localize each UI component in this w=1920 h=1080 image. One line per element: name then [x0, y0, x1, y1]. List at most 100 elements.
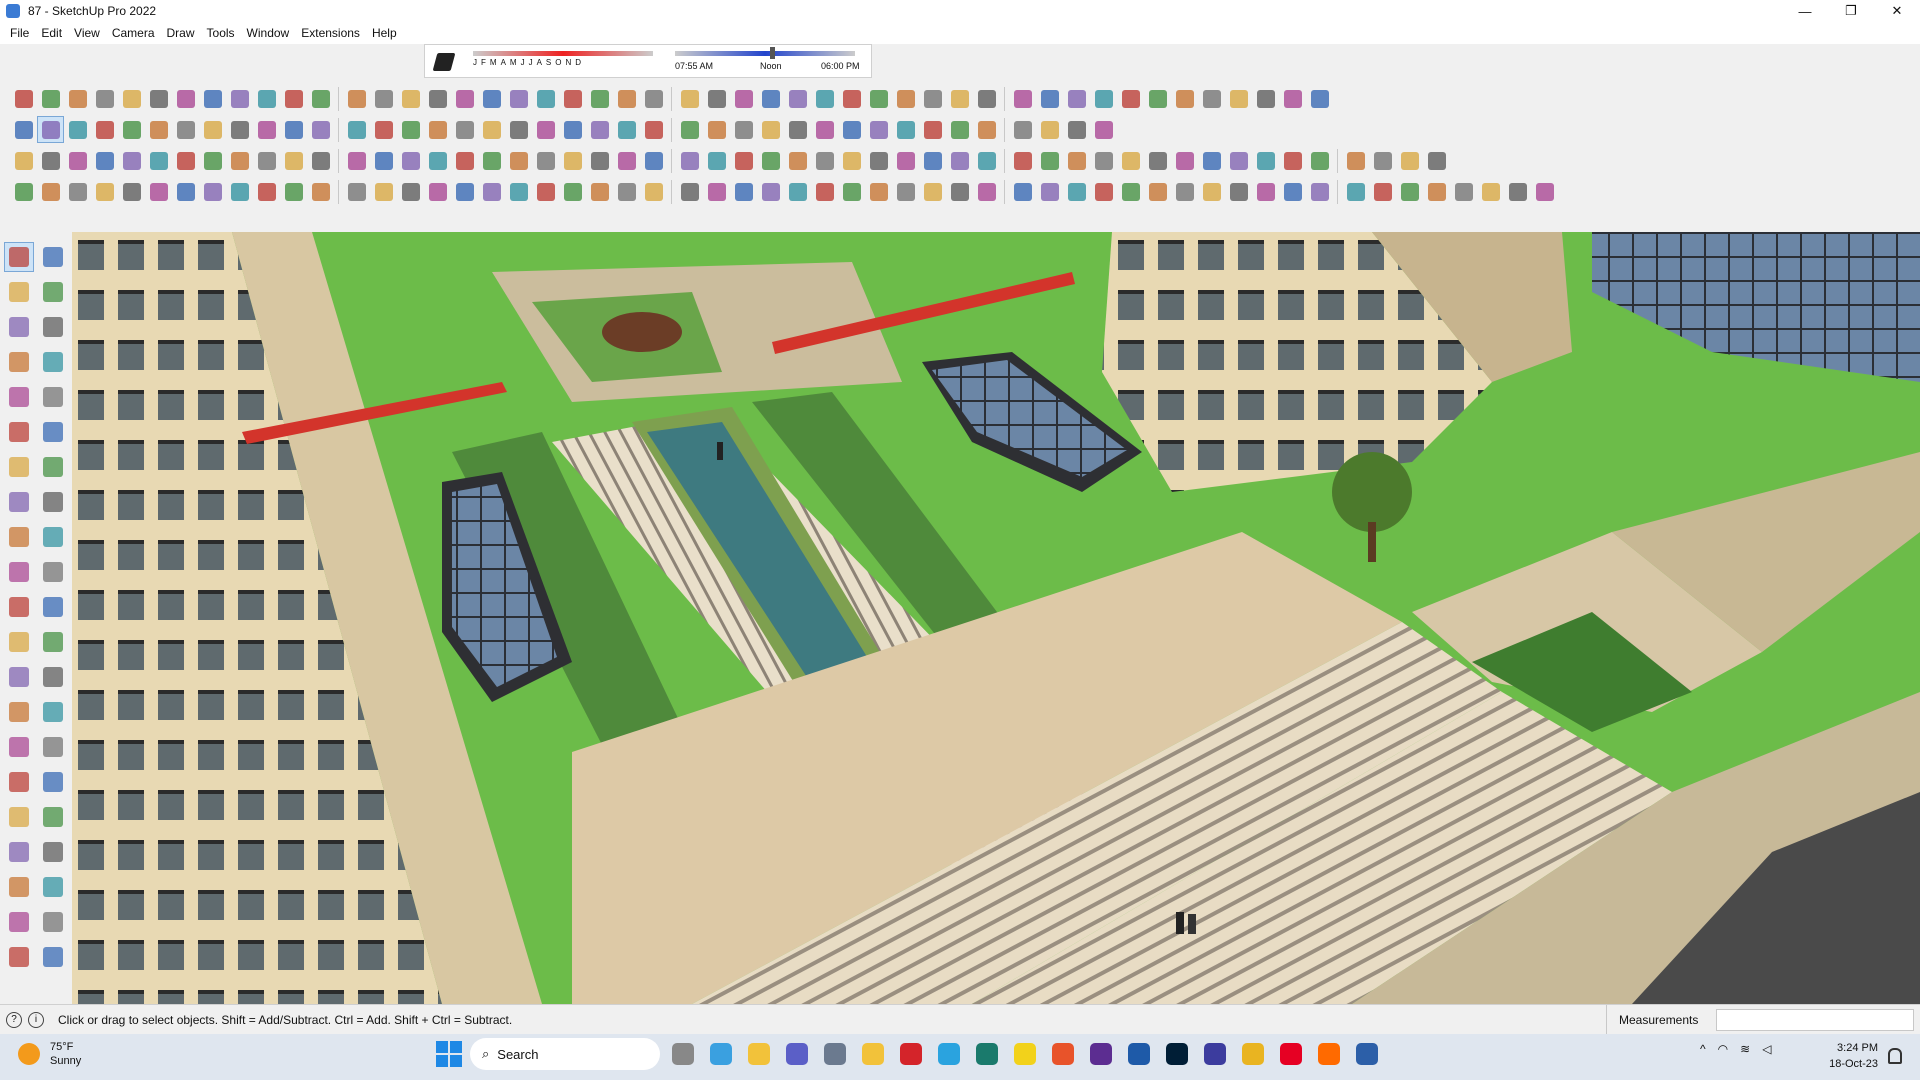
circle-tool[interactable] — [4, 417, 34, 447]
toolbar-button[interactable] — [424, 178, 451, 205]
look-around-tool[interactable] — [38, 837, 68, 867]
toolbar-button[interactable] — [757, 85, 784, 112]
paint-bucket-tool[interactable] — [4, 277, 34, 307]
toolbar-button[interactable] — [370, 85, 397, 112]
time-slider-thumb[interactable] — [770, 47, 775, 59]
toolbar-button[interactable] — [613, 85, 640, 112]
taskbar-app-sticky-notes[interactable] — [1010, 1039, 1040, 1069]
toolbar-button[interactable] — [973, 116, 1000, 143]
toolbar-button[interactable] — [1171, 147, 1198, 174]
weather-widget[interactable]: 75°F Sunny — [18, 1040, 81, 1068]
toolbar-button[interactable] — [118, 85, 145, 112]
toolbar-button[interactable] — [1063, 178, 1090, 205]
zoom-tool[interactable] — [4, 767, 34, 797]
toolbar-button[interactable] — [640, 85, 667, 112]
toolbar-button[interactable] — [280, 116, 307, 143]
toolbar-button[interactable] — [1396, 147, 1423, 174]
sandbox-from-scratch-tool[interactable] — [38, 907, 68, 937]
toolbar-button[interactable] — [397, 116, 424, 143]
toolbar-button[interactable] — [1063, 147, 1090, 174]
menu-extensions[interactable]: Extensions — [295, 26, 366, 40]
section-plane-tool[interactable] — [38, 872, 68, 902]
taskbar-app-file-explorer-window[interactable] — [744, 1039, 774, 1069]
taskbar-app-task-view[interactable] — [668, 1039, 698, 1069]
toolbar-button[interactable] — [1144, 147, 1171, 174]
taskbar-app-calculator[interactable] — [820, 1039, 850, 1069]
toolbar-button[interactable] — [784, 147, 811, 174]
toolbar-button[interactable] — [226, 178, 253, 205]
toolbar-button[interactable] — [1198, 178, 1225, 205]
toolbar-button[interactable] — [586, 178, 613, 205]
sandbox-from-contours-tool[interactable] — [4, 907, 34, 937]
rotated-rectangle-tool[interactable] — [38, 382, 68, 412]
toolbar-button[interactable] — [613, 178, 640, 205]
menu-edit[interactable]: Edit — [35, 26, 68, 40]
toolbar-button[interactable] — [811, 147, 838, 174]
toolbar-button[interactable] — [1009, 178, 1036, 205]
toolbar-button[interactable] — [280, 147, 307, 174]
toolbar-button[interactable] — [424, 147, 451, 174]
toolbar-button[interactable] — [1423, 178, 1450, 205]
toolbar-button[interactable] — [559, 85, 586, 112]
clock[interactable]: 3:24 PM 18-Oct-23 — [1814, 1040, 1878, 1072]
toolbar-button[interactable] — [145, 147, 172, 174]
toolbar-button[interactable] — [919, 147, 946, 174]
toolbar-button[interactable] — [1144, 85, 1171, 112]
toolbar-button[interactable] — [586, 147, 613, 174]
toolbar-button[interactable] — [1063, 116, 1090, 143]
toolbar-button[interactable] — [865, 116, 892, 143]
toolbar-button[interactable] — [253, 178, 280, 205]
toolbar-button[interactable] — [1090, 116, 1117, 143]
toolbar-button[interactable] — [343, 178, 370, 205]
toolbar-button[interactable] — [478, 116, 505, 143]
model-scene[interactable] — [72, 232, 1920, 1004]
freehand-tool[interactable] — [38, 347, 68, 377]
toolbar-button[interactable] — [118, 116, 145, 143]
toolbar-button[interactable] — [1117, 178, 1144, 205]
taskbar-app-brave[interactable] — [1048, 1039, 1078, 1069]
toolbar-button[interactable] — [559, 116, 586, 143]
toolbar-button[interactable] — [199, 147, 226, 174]
geo-location-icon[interactable]: ? — [6, 1011, 22, 1028]
toolbar-button[interactable] — [757, 116, 784, 143]
shadow-toggle-icon[interactable] — [432, 53, 456, 71]
toolbar-button[interactable] — [253, 116, 280, 143]
toolbar-button[interactable] — [37, 116, 64, 143]
toolbar-button[interactable] — [64, 178, 91, 205]
text-tool[interactable] — [38, 662, 68, 692]
toolbar-button[interactable] — [172, 147, 199, 174]
three-point-arc-tool[interactable] — [38, 487, 68, 517]
toolbar-button[interactable] — [1252, 85, 1279, 112]
toolbar-button[interactable] — [10, 178, 37, 205]
toolbar-button[interactable] — [1306, 147, 1333, 174]
wifi-icon[interactable]: ≋ — [1740, 1042, 1750, 1056]
toolbar-button[interactable] — [892, 85, 919, 112]
toolbar-button[interactable] — [1090, 178, 1117, 205]
toolbar-button[interactable] — [1036, 116, 1063, 143]
start-button[interactable] — [436, 1041, 462, 1067]
toolbar-button[interactable] — [397, 178, 424, 205]
toolbar-button[interactable] — [1423, 147, 1450, 174]
toolbar-button[interactable] — [118, 178, 145, 205]
model-viewport[interactable] — [72, 232, 1920, 1004]
toolbar-button[interactable] — [1252, 147, 1279, 174]
toolbar-button[interactable] — [811, 85, 838, 112]
toolbar-button[interactable] — [532, 147, 559, 174]
toolbar-button[interactable] — [1279, 178, 1306, 205]
toolbar-button[interactable] — [226, 147, 253, 174]
toolbar-button[interactable] — [1009, 85, 1036, 112]
toolbar-button[interactable] — [586, 116, 613, 143]
toolbar-button[interactable] — [532, 85, 559, 112]
instructor-info-icon[interactable]: i — [28, 1011, 44, 1028]
toolbar-button[interactable] — [892, 147, 919, 174]
scale-tool[interactable] — [4, 592, 34, 622]
toolbar-button[interactable] — [1396, 178, 1423, 205]
toolbar-button[interactable] — [307, 147, 334, 174]
toolbar-button[interactable] — [640, 178, 667, 205]
tape-measure-tool[interactable] — [4, 627, 34, 657]
month-slider[interactable] — [473, 51, 653, 56]
toolbar-button[interactable] — [703, 116, 730, 143]
toolbar-button[interactable] — [10, 85, 37, 112]
toolbar-button[interactable] — [865, 178, 892, 205]
toolbar-button[interactable] — [586, 85, 613, 112]
